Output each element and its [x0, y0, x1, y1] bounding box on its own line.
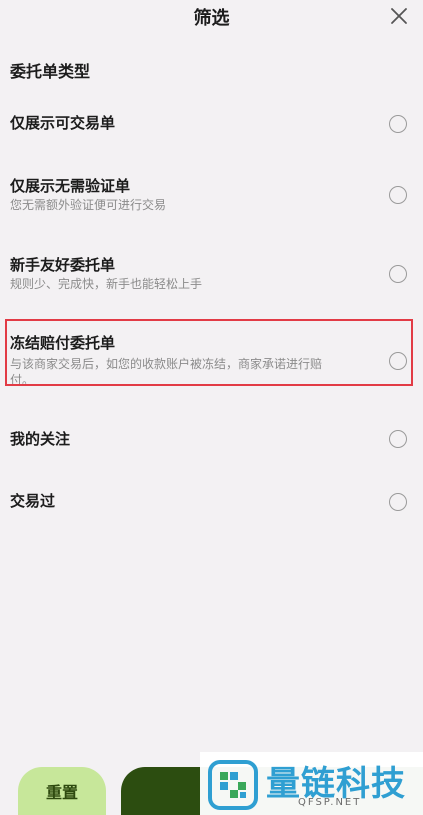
header: 筛选 — [0, 0, 423, 34]
option-description: 您无需额外验证便可进行交易 — [10, 198, 167, 212]
option-title: 仅展示可交易单 — [10, 114, 116, 132]
option-following[interactable]: 我的关注 — [0, 420, 423, 460]
option-no-verification[interactable]: 仅展示无需验证单 您无需额外验证便可进行交易 — [0, 165, 423, 225]
highlight-box — [5, 319, 413, 386]
option-title: 交易过 — [10, 492, 56, 510]
option-title: 新手友好委托单 — [10, 256, 116, 274]
watermark-logo-icon — [208, 760, 258, 810]
page-title: 筛选 — [193, 8, 230, 29]
option-beginner-friendly[interactable]: 新手友好委托单 规则少、完成快，新手也能轻松上手 — [0, 245, 423, 305]
watermark: 量链科技 QFSP.NET — [200, 752, 423, 815]
radio-button[interactable] — [389, 115, 407, 133]
radio-button[interactable] — [389, 430, 407, 448]
radio-button[interactable] — [389, 493, 407, 511]
option-title: 我的关注 — [10, 430, 71, 448]
option-traded-before[interactable]: 交易过 — [0, 482, 423, 522]
close-icon[interactable] — [389, 6, 409, 26]
section-title: 委托单类型 — [10, 62, 91, 81]
radio-button[interactable] — [389, 265, 407, 283]
option-tradable-only[interactable]: 仅展示可交易单 — [0, 100, 423, 150]
watermark-subtext: QFSP.NET — [298, 797, 362, 808]
radio-button[interactable] — [389, 186, 407, 204]
option-description: 规则少、完成快，新手也能轻松上手 — [10, 277, 203, 291]
option-title: 仅展示无需验证单 — [10, 177, 131, 195]
reset-button[interactable]: 重置 — [18, 767, 106, 815]
